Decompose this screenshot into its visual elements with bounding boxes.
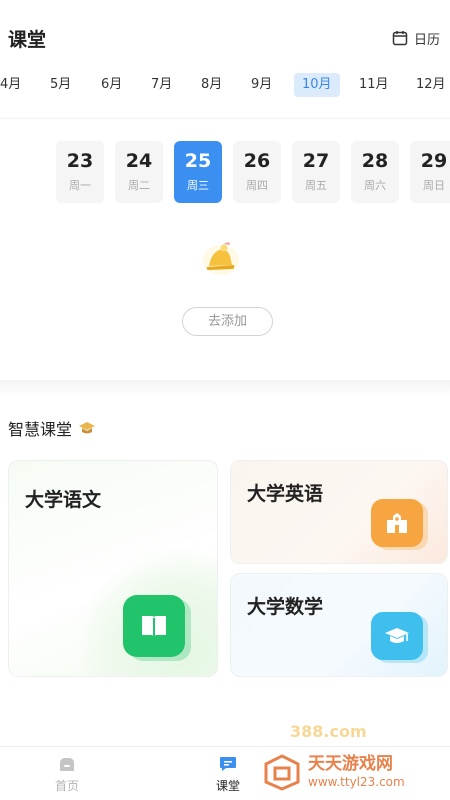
schedule-area: 23 周一 24 周二 25 周三 26 周四 27 周五 28 周六 29 周… [0,118,450,380]
course-title: 大学语文 [25,489,102,511]
day-number: 23 [66,150,94,172]
month-selector: 4月 5月 6月 7月 8月 9月 10月 11月 12月 [0,70,450,100]
course-title: 大学英语 [247,483,324,505]
school-icon [371,499,423,547]
watermark-logo-icon [264,754,300,791]
calendar-label: 日历 [413,32,440,48]
add-course-button[interactable]: 去添加 [182,307,273,336]
month-tab-oct[interactable]: 10月 [294,73,340,97]
course-title: 大学数学 [247,596,324,618]
month-tab-jun[interactable]: 6月 [101,73,122,97]
day-number: 26 [243,150,271,172]
section-title-text: 智慧课堂 [8,420,73,439]
day-weekday: 周三 [187,179,209,192]
day-cell[interactable]: 24 周二 [115,141,163,203]
month-tab-jul[interactable]: 7月 [151,73,172,97]
section-title: 智慧课堂 [8,416,96,440]
day-weekday: 周四 [246,179,268,192]
classroom-icon [220,757,236,771]
watermark-logo-top: 388.com [290,722,367,741]
course-card-math[interactable]: 大学数学 [230,573,448,677]
month-tab-nov[interactable]: 11月 [359,73,389,97]
course-card-chinese[interactable]: 大学语文 [8,460,218,677]
day-number: 25 [184,150,212,172]
day-cell[interactable]: 26 周四 [233,141,281,203]
watermark: 天天游戏网 www.ttyl23.com [262,748,447,796]
month-tab-apr[interactable]: 4月 [0,73,21,97]
day-cell[interactable]: 23 周一 [56,141,104,203]
tab-home[interactable]: 首页 [37,755,97,794]
month-tab-sep[interactable]: 9月 [251,73,272,97]
tab-classroom[interactable]: 课堂 [198,755,258,794]
month-tab-aug[interactable]: 8月 [201,73,222,97]
page-title: 课堂 [8,28,47,51]
day-weekday: 周二 [128,179,150,192]
day-cell[interactable]: 27 周五 [292,141,340,203]
section-divider [0,380,450,398]
day-weekday: 周日 [423,179,445,192]
month-tab-may[interactable]: 5月 [50,73,71,97]
day-cell[interactable]: 28 周六 [351,141,399,203]
month-tab-dec[interactable]: 12月 [416,73,446,97]
day-cell-selected[interactable]: 25 周三 [174,141,222,203]
book-icon [123,595,185,657]
header: 课堂 日历 [0,0,450,64]
calendar-button[interactable]: 日历 [392,29,440,48]
day-number: 28 [361,150,389,172]
graduation-cap-icon [371,612,423,660]
bell-icon [203,242,239,275]
day-cell[interactable]: 29 周日 [410,141,450,203]
calendar-icon [392,31,408,46]
day-weekday: 周五 [305,179,327,192]
tab-classroom-label: 课堂 [215,779,240,793]
day-weekday: 周一 [69,179,91,192]
day-number: 29 [420,150,448,172]
course-card-english[interactable]: 大学英语 [230,460,448,564]
graduation-hat-icon [79,422,96,434]
day-weekday: 周六 [364,179,386,192]
day-number: 24 [125,150,153,172]
day-number: 27 [302,150,330,172]
watermark-text: 天天游戏网 [308,754,393,774]
tab-home-label: 首页 [54,779,79,793]
watermark-url: www.ttyl23.com [308,775,405,789]
home-icon [60,758,74,771]
